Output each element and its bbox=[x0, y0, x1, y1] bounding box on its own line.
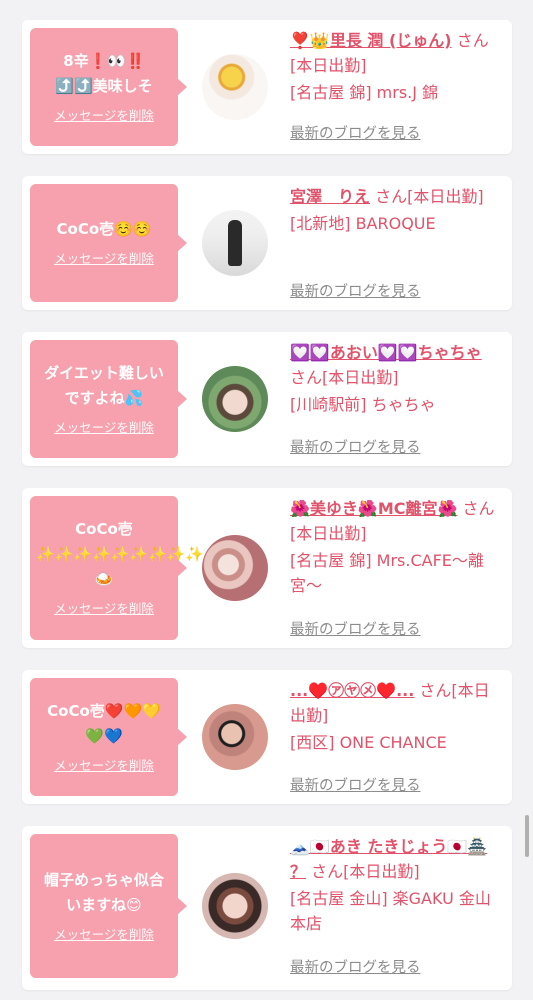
avatar[interactable] bbox=[202, 210, 268, 276]
blog-link[interactable]: 最新のブログを見る bbox=[290, 774, 421, 795]
blog-link[interactable]: 最新のブログを見る bbox=[290, 956, 421, 977]
girl-info: 宮澤 りえ さん[本日出勤] [北新地] BAROQUE bbox=[290, 184, 500, 236]
delete-message-link[interactable]: メッセージを削除 bbox=[54, 924, 154, 943]
message-bubble: ダイエット難しいですよね💦 メッセージを削除 bbox=[30, 340, 187, 458]
girl-info: 🗻🇯🇵あき たきじょう🇯🇵🏯 ？ さん[本日出勤] [名古屋 金山] 楽GAKU… bbox=[290, 834, 500, 936]
message-bubble: 8辛❗👀‼️ ⤴️⤴️美味しそ メッセージを削除 bbox=[30, 28, 187, 146]
message-bubble: 帽子めっちゃ似合いますね😊 メッセージを削除 bbox=[30, 834, 187, 978]
girl-name-link[interactable]: 💟💟あおい💟💟ちゃちゃ bbox=[290, 343, 482, 362]
delete-message-link[interactable]: メッセージを削除 bbox=[54, 417, 154, 436]
shop-name: [西区] ONE CHANCE bbox=[290, 733, 447, 752]
message-text: ダイエット難しいですよね💦 bbox=[44, 363, 164, 407]
message-text: CoCo壱 ✨✨✨✨✨✨✨✨✨🍛 bbox=[36, 520, 205, 588]
message-card: 帽子めっちゃ似合いますね😊 メッセージを削除 🗻🇯🇵あき たきじょう🇯🇵🏯 ？ … bbox=[22, 826, 512, 990]
message-card: CoCo壱❤️🧡💛💚💙 メッセージを削除 ...♥️㋐㋳㋱♥️... さん[本日… bbox=[22, 670, 512, 804]
blog-link[interactable]: 最新のブログを見る bbox=[290, 280, 421, 301]
message-text: 帽子めっちゃ似合いますね😊 bbox=[43, 870, 164, 914]
girl-info: 💟💟あおい💟💟ちゃちゃ さん[本日出勤] [川崎駅前] ちゃちゃ bbox=[290, 340, 500, 417]
message-card: 8辛❗👀‼️ ⤴️⤴️美味しそ メッセージを削除 ❣️👑里長 潤 (じゅん) さ… bbox=[22, 20, 512, 154]
avatar-dress-icon bbox=[228, 220, 242, 266]
shop-name: [名古屋 金山] 楽GAKU 金山本店 bbox=[290, 889, 491, 933]
message-text: 8辛❗👀‼️ ⤴️⤴️美味しそ bbox=[55, 51, 153, 95]
delete-message-link[interactable]: メッセージを削除 bbox=[54, 598, 154, 617]
scrollbar[interactable] bbox=[525, 815, 529, 857]
delete-message-link[interactable]: メッセージを削除 bbox=[54, 105, 154, 124]
message-card: ダイエット難しいですよね💦 メッセージを削除 💟💟あおい💟💟ちゃちゃ さん[本日… bbox=[22, 332, 512, 466]
girl-name-link[interactable]: ❣️👑里長 潤 (じゅん) bbox=[290, 31, 452, 50]
avatar[interactable] bbox=[202, 704, 268, 770]
delete-message-link[interactable]: メッセージを削除 bbox=[54, 248, 154, 267]
shop-name: [名古屋 錦] mrs.J 錦 bbox=[290, 83, 439, 102]
girl-name-link[interactable]: ...♥️㋐㋳㋱♥️... bbox=[290, 681, 414, 700]
avatar[interactable] bbox=[202, 873, 268, 939]
shop-name: [川崎駅前] ちゃちゃ bbox=[290, 395, 436, 414]
message-text: CoCo壱☺️☺️ bbox=[56, 220, 152, 238]
avatar[interactable] bbox=[202, 366, 268, 432]
girl-info: 🌺美ゆき🌺MC離宮🌺 さん[本日出勤] [名古屋 錦] Mrs.CAFE〜離宮〜 bbox=[290, 496, 500, 598]
girl-name-link[interactable]: 宮澤 りえ bbox=[290, 187, 370, 206]
avatar[interactable] bbox=[202, 54, 268, 120]
girl-name-link[interactable]: 🌺美ゆき🌺MC離宮🌺 bbox=[290, 499, 457, 518]
message-bubble: CoCo壱❤️🧡💛💚💙 メッセージを削除 bbox=[30, 678, 187, 796]
avatar[interactable] bbox=[202, 535, 268, 601]
blog-link[interactable]: 最新のブログを見る bbox=[290, 122, 421, 143]
message-card: CoCo壱☺️☺️ メッセージを削除 宮澤 りえ さん[本日出勤] [北新地] … bbox=[22, 176, 512, 310]
message-bubble: CoCo壱☺️☺️ メッセージを削除 bbox=[30, 184, 187, 302]
blog-link[interactable]: 最新のブログを見る bbox=[290, 436, 421, 457]
message-text: CoCo壱❤️🧡💛💚💙 bbox=[47, 701, 161, 745]
shop-name: [北新地] BAROQUE bbox=[290, 214, 436, 233]
blog-link[interactable]: 最新のブログを見る bbox=[290, 618, 421, 639]
girl-info: ❣️👑里長 潤 (じゅん) さん[本日出勤] [名古屋 錦] mrs.J 錦 bbox=[290, 28, 500, 105]
honorific: さん[本日出勤] bbox=[375, 187, 484, 206]
message-bubble: CoCo壱 ✨✨✨✨✨✨✨✨✨🍛 メッセージを削除 bbox=[30, 496, 205, 640]
honorific: さん[本日出勤] bbox=[290, 368, 399, 387]
message-card: CoCo壱 ✨✨✨✨✨✨✨✨✨🍛 メッセージを削除 🌺美ゆき🌺MC離宮🌺 さん[… bbox=[22, 488, 512, 648]
girl-info: ...♥️㋐㋳㋱♥️... さん[本日出勤] [西区] ONE CHANCE bbox=[290, 678, 500, 755]
shop-name: [名古屋 錦] Mrs.CAFE〜離宮〜 bbox=[290, 551, 484, 595]
honorific: さん[本日出勤] bbox=[311, 862, 420, 881]
delete-message-link[interactable]: メッセージを削除 bbox=[54, 755, 154, 774]
